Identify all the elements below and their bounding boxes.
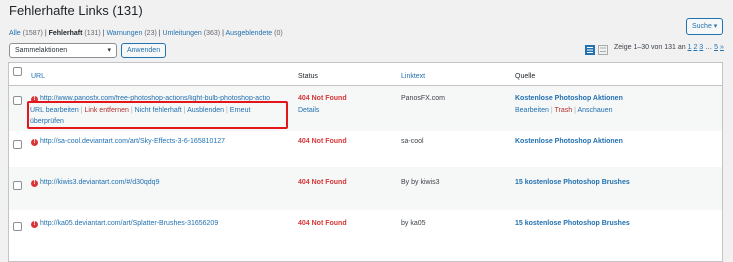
row-linktext: PanosFX.com [401,95,445,102]
bulk-actions-select[interactable]: Sammelaktionen ▾ [9,43,117,58]
error-icon: ! [31,139,38,146]
page-link-5[interactable]: 5 [714,44,718,51]
pagination: Zeige 1–30 von 131 an 1 2 3 … 5 » [614,44,724,51]
filter-all[interactable]: Alle [9,30,21,37]
source-view-link[interactable]: Anschauen [577,107,612,114]
filter-dismissed[interactable]: Ausgeblendete [225,30,272,37]
page-link-2[interactable]: 2 [693,44,697,51]
row-status: 404 Not Found [298,179,347,186]
filter-warnings-count: (23) [144,30,157,37]
column-linktext[interactable]: Linktext [401,73,425,80]
filter-redirects[interactable]: Umleitungen [163,30,202,37]
row-checkbox[interactable] [13,222,22,231]
filter-all-count: (1587) [22,30,43,37]
filter-broken[interactable]: Fehlerhaft [49,30,83,37]
page-ellipsis: … [705,44,713,51]
column-status: Status [298,73,318,80]
row-source[interactable]: 15 kostenlose Photoshop Brushes [515,179,630,186]
row-checkbox[interactable] [13,140,22,149]
source-edit-link[interactable]: Bearbeiten [515,107,549,114]
bulk-actions-value: Sammelaktionen [15,47,68,54]
error-icon: ! [31,221,38,228]
filter-broken-count: (131) [84,30,101,37]
page-link-1[interactable]: 1 [688,44,692,51]
row-source-actions: Bearbeiten | Trash | Anschauen [515,107,613,114]
filter-dismissed-count: (0) [274,30,283,37]
row-status: 404 Not Found [298,95,347,102]
row-source[interactable]: Kostenlose Photoshop Aktionen [515,138,623,145]
error-icon: ! [31,180,38,187]
search-toggle-button[interactable]: Suche ▾ [686,18,724,35]
page-title: Fehlerhafte Links (131) [9,3,143,18]
column-source: Quelle [515,73,536,80]
row-checkbox[interactable] [13,181,22,190]
row-status: 404 Not Found [298,138,347,145]
filter-warnings[interactable]: Warnungen [106,30,142,37]
page-link-3[interactable]: 3 [699,44,703,51]
row-url[interactable]: http://kiwis3.deviantart.com/#/d30qdq9 [40,179,159,186]
select-all-checkbox[interactable] [13,67,22,76]
apply-button[interactable]: Anwenden [121,43,167,58]
pagination-info: Zeige 1–30 von 131 an [614,44,686,51]
row-checkbox[interactable] [13,96,22,105]
table-row [9,167,722,210]
status-filters: Alle (1587) | Fehlerhaft (131) | Warnung… [9,30,283,37]
row-details-link[interactable]: Details [298,107,319,114]
filter-redirects-count: (363) [203,30,221,37]
row-linktext: By by kiwis3 [401,179,440,186]
row-source[interactable]: Kostenlose Photoshop Aktionen [515,95,623,102]
row-status: 404 Not Found [298,220,347,227]
row-linktext: sa-cool [401,138,424,145]
row-source[interactable]: 15 kostenlose Photoshop Brushes [515,220,630,227]
row-url[interactable]: http://sa-cool.deviantart.com/art/Sky-Ef… [40,138,225,145]
links-table: URL Status Linktext Quelle ! http://www.… [8,62,723,262]
source-trash-link[interactable]: Trash [554,107,572,114]
next-page-link[interactable]: » [720,44,724,51]
highlight-box [27,101,288,129]
chevron-down-icon: ▾ [107,47,111,54]
row-linktext: by ka05 [401,220,426,227]
excerpt-view-icon[interactable] [598,45,608,55]
row-url[interactable]: http://ka05.deviantart.com/art/Splatter-… [40,220,218,227]
column-url[interactable]: URL [31,73,45,80]
list-view-icon[interactable] [585,45,595,55]
